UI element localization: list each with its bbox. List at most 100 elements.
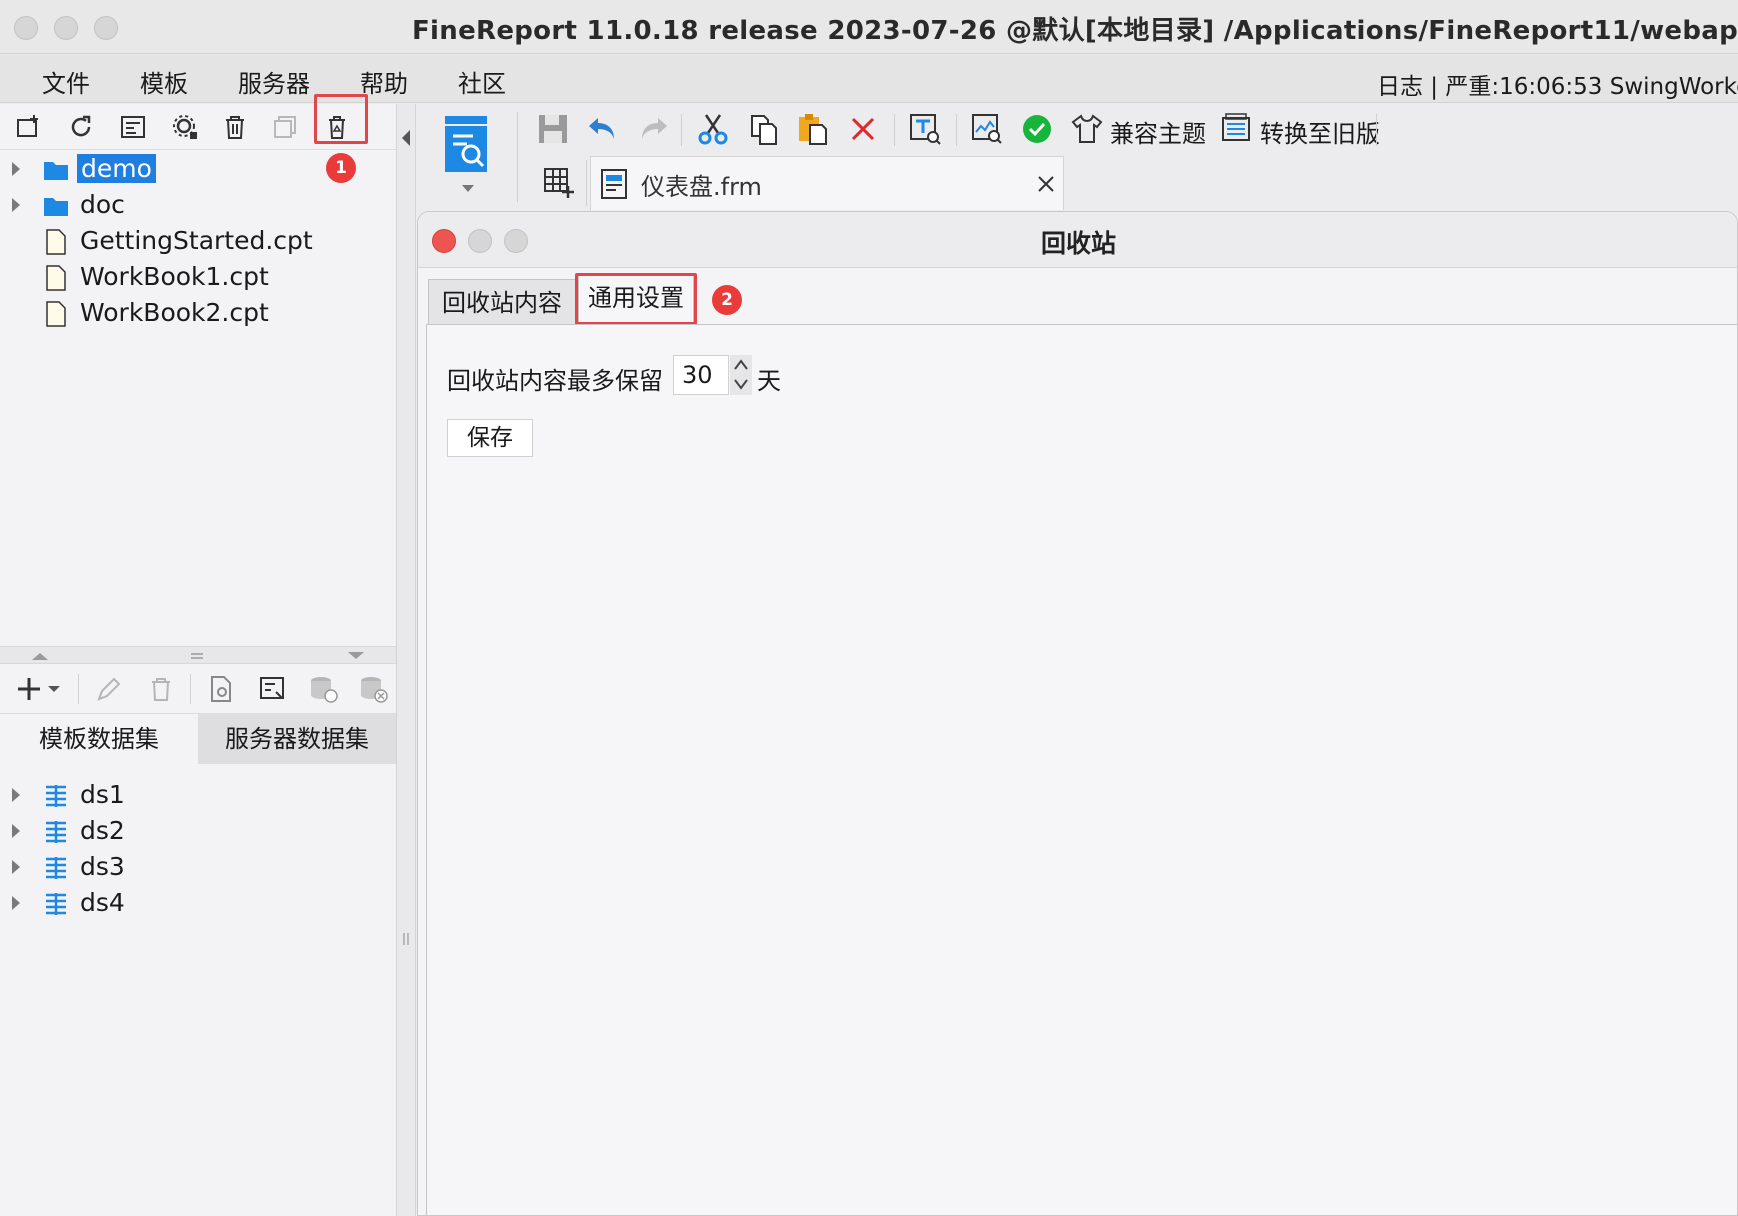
collapse-up-icon[interactable] (30, 651, 50, 661)
paste-icon[interactable] (794, 110, 832, 148)
cut-icon[interactable] (694, 110, 732, 148)
save-icon (534, 110, 572, 148)
dialog-title: 回收站 (1040, 229, 1116, 258)
window-zoom-button[interactable] (94, 16, 118, 40)
panel-splitter[interactable] (0, 646, 396, 664)
dataset-item-ds4[interactable]: ds4 (0, 886, 396, 922)
tree-item-label: doc (80, 190, 125, 219)
text-search-icon[interactable] (906, 110, 944, 148)
dropdown-arrow-icon[interactable] (461, 184, 475, 194)
tab-template-datasets[interactable]: 模板数据集 (0, 714, 198, 764)
menu-template[interactable]: 模板 (140, 64, 188, 99)
spinner-down-icon[interactable] (733, 377, 749, 391)
delete-dataset-icon (152, 678, 170, 701)
menu-file[interactable]: 文件 (42, 64, 90, 99)
dataset-label: ds4 (80, 888, 125, 917)
dataset-item-ds1[interactable]: ds1 (0, 778, 396, 814)
window-close-button[interactable] (14, 16, 38, 40)
expand-arrow-icon[interactable] (12, 162, 20, 176)
tree-item-label: GettingStarted.cpt (80, 226, 313, 255)
new-report-icon[interactable] (443, 114, 489, 176)
tree-item-label: WorkBook2.cpt (80, 298, 269, 327)
expand-arrow-icon[interactable] (12, 198, 20, 212)
preview-dataset-icon (211, 676, 231, 702)
log-status[interactable]: 日志 | 严重:16:06:53 SwingWorker (1377, 67, 1738, 101)
general-settings-highlight (575, 273, 697, 325)
collapse-down-icon[interactable] (346, 651, 366, 661)
file-icon (46, 229, 66, 255)
save-button[interactable]: 保存 (447, 419, 533, 457)
recycle-bin-highlight (314, 94, 368, 144)
step-badge-2: 2 (712, 285, 742, 315)
settings-gear-icon[interactable] (168, 110, 202, 144)
check-icon[interactable] (1018, 110, 1056, 148)
theme-shirt-icon[interactable] (1068, 110, 1106, 148)
dataset-item-ds3[interactable]: ds3 (0, 850, 396, 886)
dataset-icon (46, 893, 66, 915)
menu-community[interactable]: 社区 (458, 64, 506, 99)
close-tab-icon[interactable] (1037, 175, 1055, 193)
main-toolbar-area: 兼容主题 转换至旧版 仪表盘.frm (417, 104, 1738, 210)
copy-icon (268, 110, 302, 144)
editor-tab-row: 仪表盘.frm (534, 156, 1738, 210)
tree-item-label: demo (77, 154, 156, 183)
form-file-icon (601, 169, 627, 199)
retain-days-spinner (730, 355, 752, 395)
undo-icon[interactable] (584, 110, 622, 148)
copy-icon[interactable] (744, 110, 782, 148)
edit-icon (97, 677, 121, 701)
expand-arrow-icon[interactable] (12, 896, 20, 910)
window-minimize-button[interactable] (54, 16, 78, 40)
retain-days-input[interactable]: 30 (673, 355, 729, 395)
delete-x-icon[interactable] (844, 110, 882, 148)
drag-grip-icon[interactable] (402, 932, 410, 946)
dataset-tabs: 模板数据集 服务器数据集 (0, 714, 396, 764)
drag-handle-icon[interactable] (190, 652, 204, 660)
grid-add-icon[interactable] (542, 166, 576, 200)
dataset-icon (46, 785, 66, 807)
tree-item-demo[interactable]: demo (0, 152, 396, 188)
window-titlebar: FineReport 11.0.18 release 2023-07-26 @默… (0, 0, 1738, 54)
tab-server-datasets[interactable]: 服务器数据集 (198, 714, 396, 764)
dataset-label: ds2 (80, 816, 125, 845)
left-panel: 1 demo doc GettingStarted.cpt WorkBook1.… (0, 94, 396, 1216)
template-info-icon[interactable] (116, 110, 150, 144)
dataset-icon (46, 821, 66, 843)
convert-version-icon[interactable] (1218, 110, 1256, 148)
expand-arrow-icon[interactable] (12, 824, 20, 838)
days-unit-label: 天 (757, 367, 781, 395)
redo-icon (634, 110, 672, 148)
collapse-left-icon[interactable] (399, 128, 413, 148)
spinner-up-icon[interactable] (733, 358, 749, 372)
dataset-item-ds2[interactable]: ds2 (0, 814, 396, 850)
tab-recycle-content[interactable]: 回收站内容 (428, 279, 576, 325)
database-remove-icon (361, 677, 388, 703)
menu-bar: 文件 模板 服务器 帮助 社区 日志 | 严重:16:06:53 SwingWo… (0, 55, 1738, 103)
retain-days-label: 回收站内容最多保留 (447, 367, 663, 395)
folder-icon (44, 162, 68, 180)
folder-icon (44, 198, 68, 216)
expand-arrow-icon[interactable] (12, 788, 20, 802)
menu-server[interactable]: 服务器 (238, 64, 310, 99)
chart-preview-icon[interactable] (968, 110, 1006, 148)
compat-theme-button[interactable]: 兼容主题 (1110, 114, 1206, 149)
tree-item-doc[interactable]: doc (0, 188, 396, 224)
refresh-icon[interactable] (64, 110, 98, 144)
new-template-icon[interactable] (12, 110, 46, 144)
expand-arrow-icon[interactable] (12, 860, 20, 874)
file-tab-dashboard[interactable]: 仪表盘.frm (590, 156, 1064, 210)
tree-item-workbook2[interactable]: WorkBook2.cpt (0, 296, 396, 332)
database-icon (311, 677, 338, 703)
vertical-splitter[interactable] (396, 104, 416, 1216)
delete-icon[interactable] (218, 110, 252, 144)
file-icon (46, 265, 66, 291)
recycle-bin-dialog: 回收站 回收站内容 通用设置 2 回收站内容最多保留 30 天 保存 (417, 211, 1738, 1216)
add-dataset-icon[interactable] (14, 674, 62, 704)
tree-item-workbook1[interactable]: WorkBook1.cpt (0, 260, 396, 296)
tree-item-label: WorkBook1.cpt (80, 262, 269, 291)
dataset-icon (46, 857, 66, 879)
convert-old-version-button[interactable]: 转换至旧版 (1260, 114, 1380, 149)
dataset-config-icon[interactable] (258, 674, 288, 704)
tree-item-gettingstarted[interactable]: GettingStarted.cpt (0, 224, 396, 260)
file-icon (46, 301, 66, 327)
